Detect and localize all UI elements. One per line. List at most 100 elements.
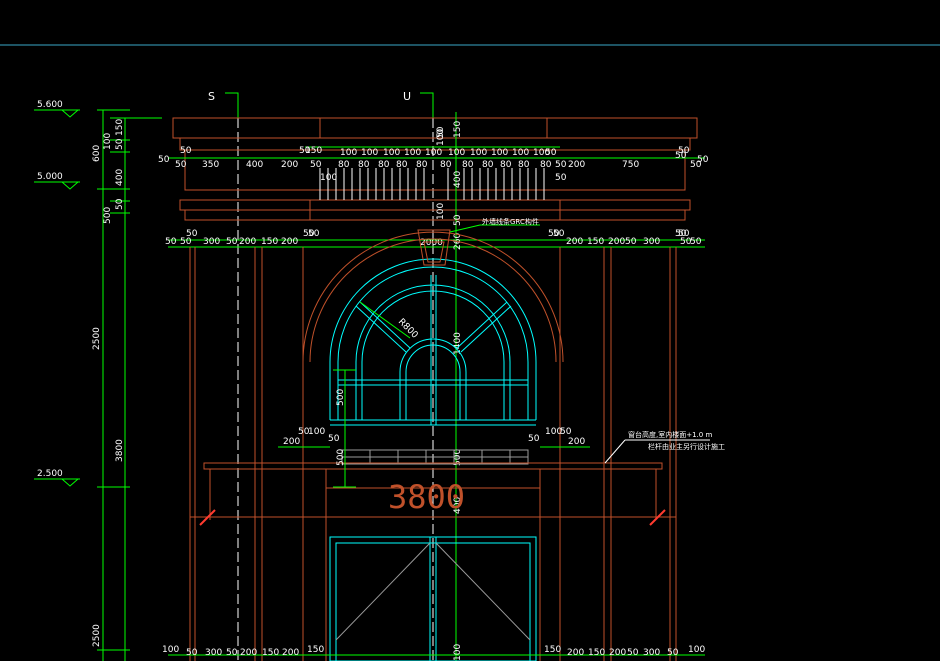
svg-text:150: 150 xyxy=(544,645,561,655)
cad-drawing-canvas[interactable]: S U 5.600 5.000 2.500 600 150 100 50 400… xyxy=(0,0,940,661)
dim-150: 150 xyxy=(115,119,125,136)
level-5000-triangle xyxy=(61,181,79,190)
svg-text:80: 80 xyxy=(540,160,552,170)
svg-text:200: 200 xyxy=(239,237,256,247)
svg-text:50: 50 xyxy=(555,160,567,170)
dim-2500-bottom: 2500 xyxy=(92,624,102,647)
svg-text:80: 80 xyxy=(500,160,512,170)
svg-text:50: 50 xyxy=(625,237,637,247)
level-5600: 5.600 xyxy=(34,100,80,118)
svg-text:100: 100 xyxy=(404,148,421,158)
mid-dim-500a: 500 xyxy=(336,449,346,466)
dim-50a: 50 xyxy=(115,138,125,150)
dim-400: 400 xyxy=(115,169,125,186)
svg-text:50: 50 xyxy=(667,648,679,658)
level-2500-label: 2.500 xyxy=(37,469,63,479)
svg-text:100: 100 xyxy=(436,203,446,220)
left-dimension-chains: 600 150 100 50 400 50 500 2500 3800 2500 xyxy=(92,109,162,661)
svg-text:80: 80 xyxy=(396,160,408,170)
dim-600: 600 xyxy=(92,145,102,162)
dim-2500-top: 2500 xyxy=(92,327,102,350)
svg-text:150: 150 xyxy=(261,237,278,247)
svg-text:200: 200 xyxy=(281,237,298,247)
svg-text:80: 80 xyxy=(338,160,350,170)
svg-text:50: 50 xyxy=(310,160,322,170)
level-5000-label: 5.000 xyxy=(37,172,63,182)
svg-text:200: 200 xyxy=(240,648,257,658)
balusters xyxy=(319,168,545,200)
bottom-dimension-row: 100 50 300 50 200 150 200 150 150 200 15… xyxy=(162,645,705,658)
mid-dim-200a: 200 xyxy=(283,437,300,447)
side-note-line2: 栏杆由业主另行设计施工 xyxy=(648,442,725,451)
svg-text:100: 100 xyxy=(383,148,400,158)
svg-text:50: 50 xyxy=(180,237,192,247)
dim-50b: 50 xyxy=(115,198,125,210)
svg-text:100: 100 xyxy=(361,148,378,158)
svg-text:150: 150 xyxy=(588,648,605,658)
svg-text:50: 50 xyxy=(158,155,170,165)
svg-text:150: 150 xyxy=(262,648,279,658)
svg-text:300: 300 xyxy=(203,237,220,247)
svg-text:80: 80 xyxy=(358,160,370,170)
svg-text:50: 50 xyxy=(165,237,177,247)
svg-text:150: 150 xyxy=(453,121,463,138)
svg-text:100: 100 xyxy=(512,148,529,158)
svg-text:50: 50 xyxy=(436,126,446,138)
svg-text:200: 200 xyxy=(568,160,585,170)
mid-dim-50b: 50 xyxy=(528,434,540,444)
svg-text:200: 200 xyxy=(282,648,299,658)
svg-text:100: 100 xyxy=(162,645,179,655)
level-5000: 5.000 xyxy=(34,172,80,190)
svg-text:50: 50 xyxy=(175,160,187,170)
axis-u-label: U xyxy=(403,90,411,103)
svg-text:50: 50 xyxy=(226,648,238,658)
svg-text:80: 80 xyxy=(378,160,390,170)
svg-text:50: 50 xyxy=(675,151,687,161)
axis-s-label: S xyxy=(208,90,215,103)
svg-text:150: 150 xyxy=(587,237,604,247)
svg-text:100: 100 xyxy=(491,148,508,158)
svg-text:200: 200 xyxy=(281,160,298,170)
svg-text:80: 80 xyxy=(482,160,494,170)
svg-text:50: 50 xyxy=(308,229,320,239)
svg-text:50: 50 xyxy=(186,648,198,658)
arch-sill-dim: 500 xyxy=(336,389,346,406)
dim-100: 100 xyxy=(103,133,113,150)
svg-text:200: 200 xyxy=(609,648,626,658)
svg-text:100: 100 xyxy=(470,148,487,158)
svg-text:400: 400 xyxy=(453,171,463,188)
overall-width-label: 3800 xyxy=(388,478,465,516)
svg-text:100: 100 xyxy=(453,644,463,661)
svg-text:50: 50 xyxy=(690,237,702,247)
svg-text:50: 50 xyxy=(545,148,557,158)
svg-text:50: 50 xyxy=(226,237,238,247)
svg-text:200: 200 xyxy=(566,237,583,247)
svg-text:50: 50 xyxy=(453,214,463,226)
axis-u-leader xyxy=(420,92,434,118)
svg-text:350: 350 xyxy=(202,160,219,170)
axis-s-leader xyxy=(225,92,239,118)
keystone-note: 外墙线条GRC构件 xyxy=(482,217,539,226)
svg-text:50: 50 xyxy=(553,229,565,239)
svg-text:300: 300 xyxy=(643,237,660,247)
svg-text:200: 200 xyxy=(567,648,584,658)
side-note-line1: 窗台高度,室内楼面+1.0 m xyxy=(628,430,712,439)
svg-text:150: 150 xyxy=(307,645,324,655)
axis-s: S xyxy=(208,90,239,661)
svg-text:100: 100 xyxy=(320,173,337,183)
level-5600-label: 5.600 xyxy=(37,100,63,110)
svg-text:200: 200 xyxy=(608,237,625,247)
mid-dim-200b: 200 xyxy=(568,437,585,447)
svg-text:50: 50 xyxy=(555,173,567,183)
level-2500-triangle xyxy=(61,478,79,487)
svg-text:150: 150 xyxy=(305,146,322,156)
svg-text:300: 300 xyxy=(643,648,660,658)
svg-text:100: 100 xyxy=(425,148,442,158)
arch-radius-label: R800 xyxy=(396,317,420,341)
svg-text:50: 50 xyxy=(180,146,192,156)
svg-text:80: 80 xyxy=(440,160,452,170)
svg-text:80: 80 xyxy=(416,160,428,170)
svg-text:100: 100 xyxy=(688,645,705,655)
dim-3800: 3800 xyxy=(115,439,125,462)
svg-text:100: 100 xyxy=(340,148,357,158)
